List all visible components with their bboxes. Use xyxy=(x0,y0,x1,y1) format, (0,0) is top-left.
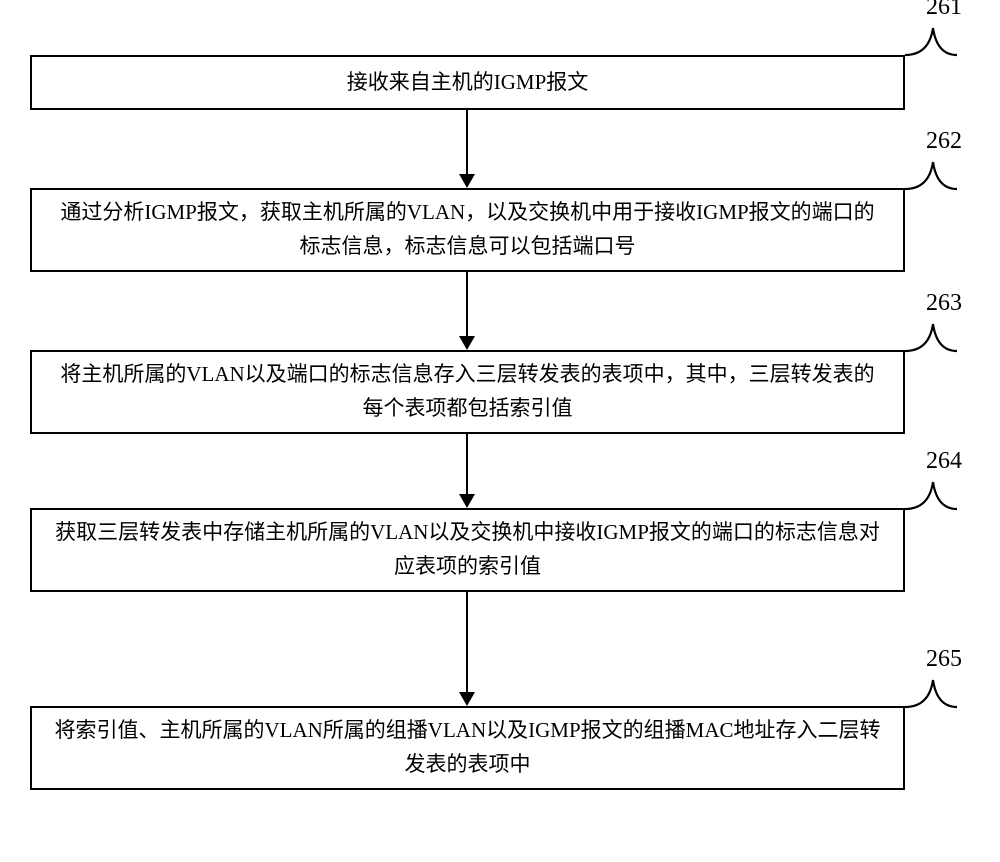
step-box-261: 接收来自主机的IGMP报文 xyxy=(30,55,905,110)
callout-curve-265 xyxy=(905,666,965,726)
step-box-263: 将主机所属的VLAN以及端口的标志信息存入三层转发表的表项中，其中，三层转发表的… xyxy=(30,350,905,434)
step-text: 接收来自主机的IGMP报文 xyxy=(347,66,589,100)
step-label-264: 264 xyxy=(926,448,962,475)
step-text: 将主机所属的VLAN以及端口的标志信息存入三层转发表的表项中，其中，三层转发表的… xyxy=(50,358,885,425)
step-label-265: 265 xyxy=(926,646,962,673)
arrow-1-2 xyxy=(466,110,468,174)
step-text: 获取三层转发表中存储主机所属的VLAN以及交换机中接收IGMP报文的端口的标志信… xyxy=(50,516,885,583)
arrow-3-4 xyxy=(466,434,468,494)
flowchart-canvas: 接收来自主机的IGMP报文 261 通过分析IGMP报文，获取主机所属的VLAN… xyxy=(0,0,1000,862)
step-box-264: 获取三层转发表中存储主机所属的VLAN以及交换机中接收IGMP报文的端口的标志信… xyxy=(30,508,905,592)
arrow-head-1-2 xyxy=(459,174,475,188)
callout-curve-261 xyxy=(905,14,965,74)
arrow-head-3-4 xyxy=(459,494,475,508)
callout-curve-264 xyxy=(905,468,965,528)
step-label-261: 261 xyxy=(926,0,962,21)
callout-curve-262 xyxy=(905,148,965,208)
arrow-head-2-3 xyxy=(459,336,475,350)
callout-curve-263 xyxy=(905,310,965,370)
step-box-265: 将索引值、主机所属的VLAN所属的组播VLAN以及IGMP报文的组播MAC地址存… xyxy=(30,706,905,790)
step-label-262: 262 xyxy=(926,128,962,155)
step-text: 通过分析IGMP报文，获取主机所属的VLAN，以及交换机中用于接收IGMP报文的… xyxy=(50,196,885,263)
step-label-263: 263 xyxy=(926,290,962,317)
arrow-head-4-5 xyxy=(459,692,475,706)
step-box-262: 通过分析IGMP报文，获取主机所属的VLAN，以及交换机中用于接收IGMP报文的… xyxy=(30,188,905,272)
arrow-2-3 xyxy=(466,272,468,336)
step-text: 将索引值、主机所属的VLAN所属的组播VLAN以及IGMP报文的组播MAC地址存… xyxy=(50,714,885,781)
arrow-4-5 xyxy=(466,592,468,692)
